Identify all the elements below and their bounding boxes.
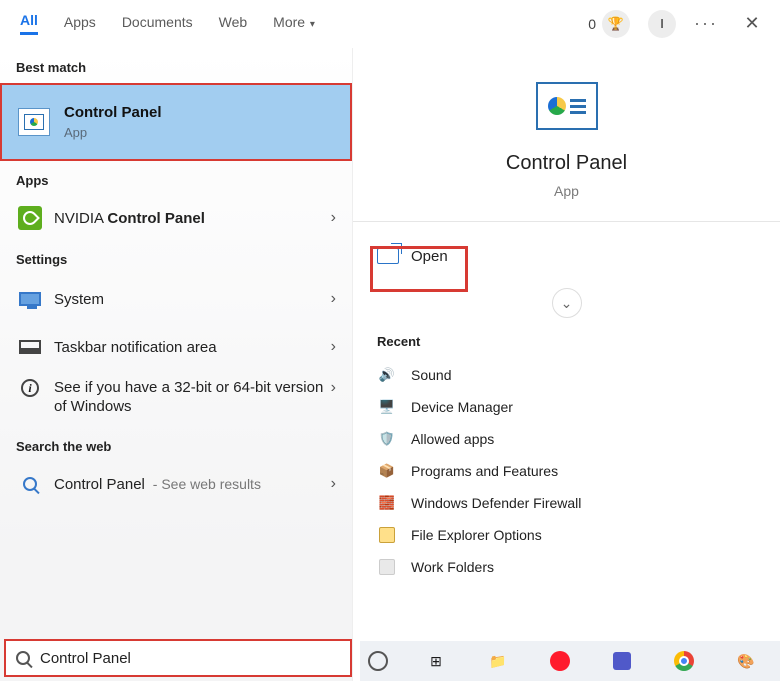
top-bar: All Apps Documents Web More ▾ 0 🏆 I ··· … <box>0 0 780 48</box>
chevron-right-icon: › <box>331 338 336 356</box>
section-search-web: Search the web <box>0 427 352 462</box>
tab-all[interactable]: All <box>20 12 38 35</box>
taskbar-cortana-icon[interactable] <box>368 651 388 671</box>
search-icon <box>6 651 40 665</box>
control-panel-icon <box>536 82 598 130</box>
folder-icon <box>377 557 397 577</box>
recent-work-folders[interactable]: Work Folders <box>353 551 780 583</box>
detail-header: Control Panel App <box>353 48 780 222</box>
control-panel-icon <box>18 108 50 136</box>
best-match-title: Control Panel <box>64 104 162 121</box>
result-system[interactable]: System › <box>0 275 352 323</box>
result-nvidia-control-panel[interactable]: NVIDIA Control Panel › <box>0 196 352 240</box>
info-icon: i <box>16 379 44 397</box>
detail-subtitle: App <box>554 183 579 199</box>
detail-panel: Control Panel App Open ⌄ Recent 🔊Sound 🖥… <box>352 48 780 681</box>
speaker-icon: 🔊 <box>377 365 397 385</box>
nvidia-icon <box>16 206 44 230</box>
tab-more[interactable]: More ▾ <box>273 14 315 34</box>
taskbar-icon <box>16 340 44 354</box>
chevron-right-icon: › <box>331 209 336 227</box>
device-icon: 🖥️ <box>377 397 397 417</box>
top-right-controls: 0 🏆 I ··· ✕ <box>588 8 768 40</box>
taskbar-chrome-icon[interactable] <box>670 647 698 675</box>
search-icon <box>16 477 44 491</box>
close-button[interactable]: ✕ <box>736 8 768 40</box>
taskbar-file-explorer-icon[interactable]: 📁 <box>484 647 512 675</box>
more-options-button[interactable]: ··· <box>694 13 718 34</box>
avatar[interactable]: I <box>648 10 676 38</box>
shield-icon: 🛡️ <box>377 429 397 449</box>
result-bitness[interactable]: i See if you have a 32-bit or 64-bit ver… <box>0 371 352 427</box>
best-match-subtitle: App <box>64 125 162 140</box>
tab-documents[interactable]: Documents <box>122 14 193 34</box>
taskbar-teams-icon[interactable] <box>608 647 636 675</box>
chevron-right-icon: › <box>331 290 336 308</box>
tab-apps[interactable]: Apps <box>64 14 96 34</box>
trophy-icon: 🏆 <box>602 10 630 38</box>
recent-allowed-apps[interactable]: 🛡️Allowed apps <box>353 423 780 455</box>
search-input[interactable] <box>40 650 350 667</box>
open-action[interactable]: Open <box>353 232 780 280</box>
folder-icon <box>377 525 397 545</box>
expand-button[interactable]: ⌄ <box>552 288 582 318</box>
recent-heading: Recent <box>353 322 780 359</box>
section-apps: Apps <box>0 161 352 196</box>
result-taskbar-notification-area[interactable]: Taskbar notification area › <box>0 323 352 371</box>
chevron-down-icon: ▾ <box>307 19 315 30</box>
detail-title: Control Panel <box>506 152 627 175</box>
rewards-counter[interactable]: 0 🏆 <box>588 10 630 38</box>
taskbar: ⊞ 📁 🎨 <box>360 641 780 681</box>
firewall-icon: 🧱 <box>377 493 397 513</box>
rewards-count: 0 <box>588 16 596 32</box>
result-web-control-panel[interactable]: Control Panel - See web results › <box>0 462 352 506</box>
recent-programs-features[interactable]: 📦Programs and Features <box>353 455 780 487</box>
taskbar-opera-icon[interactable] <box>546 647 574 675</box>
box-icon: 📦 <box>377 461 397 481</box>
taskbar-task-view-icon[interactable]: ⊞ <box>422 647 450 675</box>
section-settings: Settings <box>0 240 352 275</box>
open-label: Open <box>411 248 448 265</box>
chevron-right-icon: › <box>331 475 336 493</box>
tab-web[interactable]: Web <box>219 14 248 34</box>
search-bar[interactable] <box>4 639 352 677</box>
chevron-down-icon: ⌄ <box>561 295 573 312</box>
recent-firewall[interactable]: 🧱Windows Defender Firewall <box>353 487 780 519</box>
section-best-match: Best match <box>0 48 352 83</box>
monitor-icon <box>16 292 44 306</box>
recent-sound[interactable]: 🔊Sound <box>353 359 780 391</box>
taskbar-paint-icon[interactable]: 🎨 <box>732 647 760 675</box>
chevron-right-icon: › <box>331 379 336 397</box>
recent-list: 🔊Sound 🖥️Device Manager 🛡️Allowed apps 📦… <box>353 359 780 583</box>
recent-file-explorer-options[interactable]: File Explorer Options <box>353 519 780 551</box>
best-match-result[interactable]: Control Panel App <box>0 83 352 161</box>
open-icon <box>377 248 399 264</box>
recent-device-manager[interactable]: 🖥️Device Manager <box>353 391 780 423</box>
results-panel: Best match Control Panel App Apps NVIDIA… <box>0 48 352 681</box>
search-scope-tabs: All Apps Documents Web More ▾ <box>20 12 588 35</box>
